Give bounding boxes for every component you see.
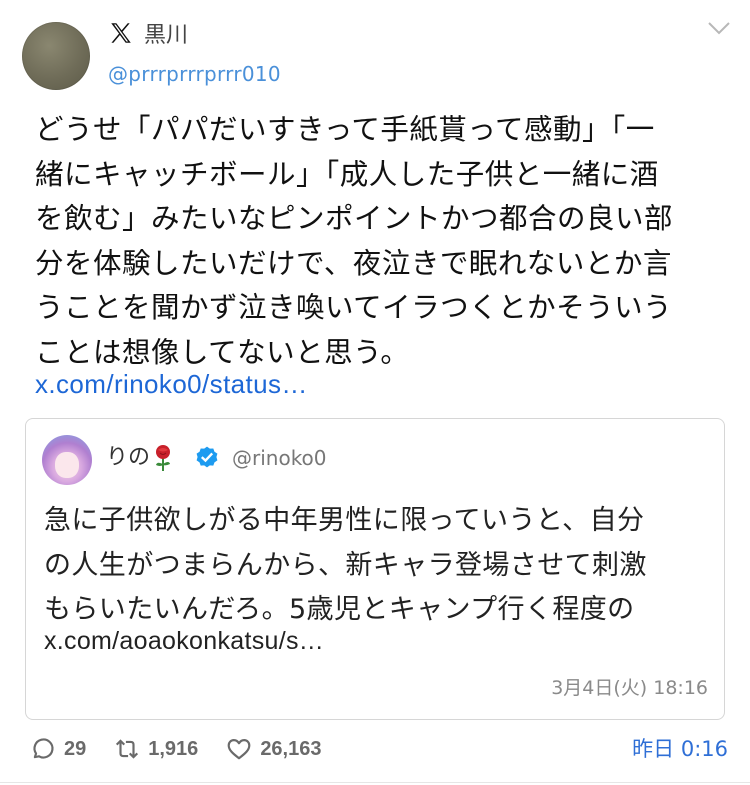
reply-count: 29 xyxy=(64,737,87,760)
action-bar: 29 1,916 26,163 xyxy=(30,732,349,766)
quoted-handle[interactable]: @rinoko0 xyxy=(232,444,327,472)
retweet-count: 1,916 xyxy=(148,737,199,760)
quoted-time: 3月4日(火) 18:16 xyxy=(551,677,708,699)
quoted-tweet-card[interactable]: りの @rinoko0 急に子供欲しがる中年男性に限っていうと、自分 の人生がつ… xyxy=(25,418,725,720)
author-avatar[interactable] xyxy=(22,22,90,90)
tweet-link[interactable]: x.com/rinoko0/status… xyxy=(35,362,308,406)
quoted-link[interactable]: x.com/aoaokonkatsu/s… xyxy=(44,619,324,663)
tweet-text: どうせ「パパだいすきって手紙貰って感動」「一 緒にキャッチボール」「成人した子供… xyxy=(35,113,674,369)
reply-icon xyxy=(33,738,54,759)
author-display-name[interactable]: 黒川 xyxy=(144,22,188,50)
chevron-down-icon[interactable] xyxy=(706,20,732,36)
x-logo-icon xyxy=(111,23,131,43)
like-button[interactable]: 26,163 xyxy=(226,736,321,762)
reply-button[interactable]: 29 xyxy=(30,736,86,762)
quoted-text: 急に子供欲しがる中年男性に限っていうと、自分 の人生がつまらんから、新キャラ登場… xyxy=(44,505,647,625)
like-count: 26,163 xyxy=(260,737,322,760)
divider xyxy=(0,782,750,783)
retweet-button[interactable]: 1,916 xyxy=(114,736,198,762)
retweet-icon xyxy=(116,739,139,759)
quoted-name-text: りの xyxy=(106,445,151,470)
avatar-face xyxy=(55,452,79,478)
heart-icon xyxy=(227,739,251,760)
quoted-display-name[interactable]: りの xyxy=(106,443,174,473)
verified-badge-icon xyxy=(196,446,218,468)
quoted-avatar[interactable] xyxy=(42,435,92,485)
author-handle[interactable]: @prrrprrrprrr010 xyxy=(108,61,281,87)
rose-icon xyxy=(156,445,171,471)
tweet-timestamp[interactable]: 昨日 0:16 xyxy=(632,735,728,763)
